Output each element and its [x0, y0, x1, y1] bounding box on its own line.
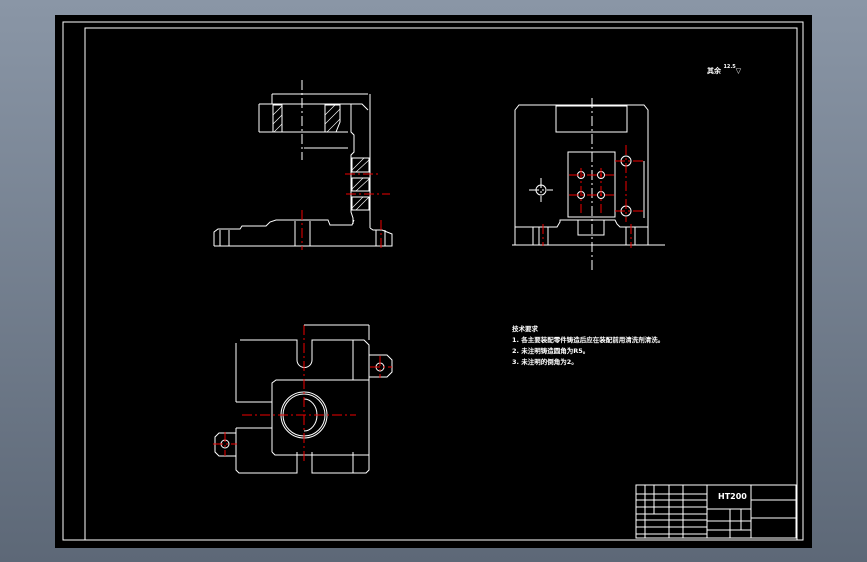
side-view	[512, 98, 665, 272]
surface-roughness-note: 其余 12.5▽	[707, 64, 741, 76]
requirement-item: 2. 未注明铸造圆角为R5。	[512, 347, 590, 355]
requirement-item: 1. 各主要装配零件铸造后应在装配前用清洗剂清洗。	[512, 336, 665, 344]
surface-note-label: 其余	[707, 67, 721, 75]
cad-drawing	[62, 21, 804, 541]
requirements-title: 技术要求	[512, 325, 538, 333]
requirement-item: 3. 未注明的倒角为2。	[512, 358, 578, 366]
top-view	[213, 324, 393, 474]
title-block	[635, 484, 797, 539]
material-label: HT200	[718, 492, 747, 501]
drawing-frame	[62, 21, 804, 541]
roughness-symbol-icon: ▽	[735, 67, 742, 75]
roughness-value: 12.5	[723, 64, 736, 70]
technical-requirements: 技术要求 1. 各主要装配零件铸造后应在装配前用清洗剂清洗。 2. 未注明铸造圆…	[512, 324, 664, 368]
front-view	[213, 80, 393, 250]
